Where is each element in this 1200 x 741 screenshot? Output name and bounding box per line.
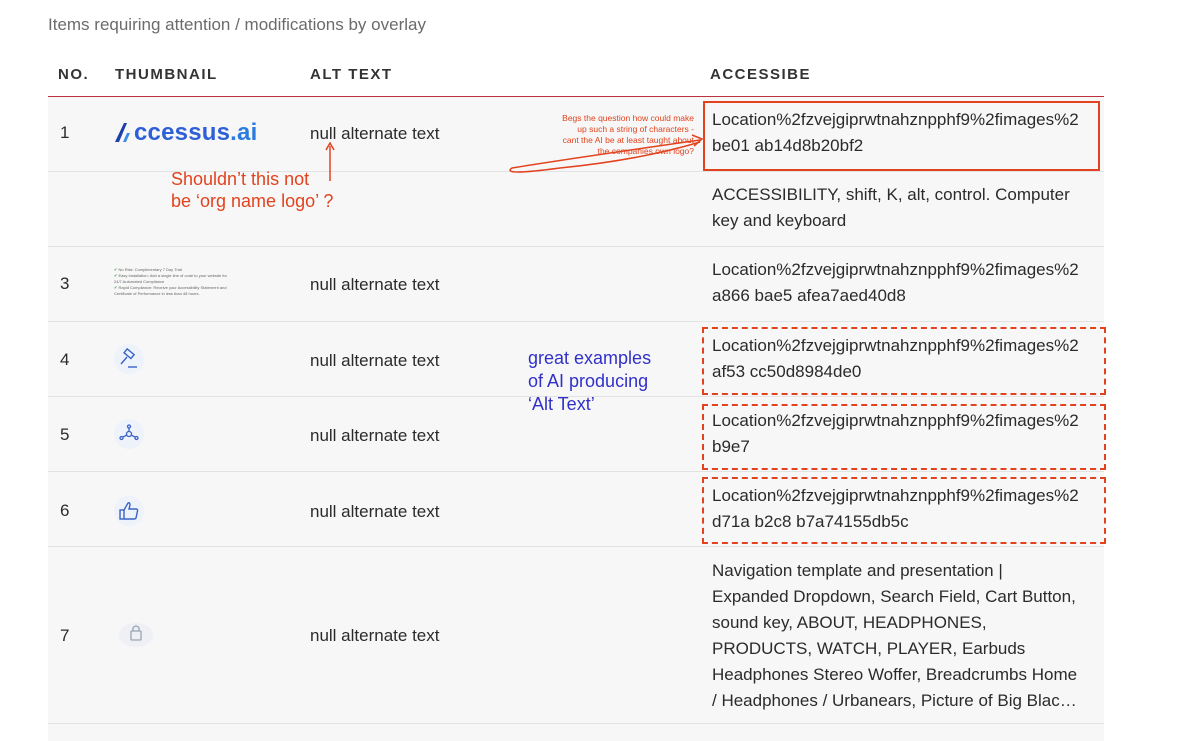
column-header-accessibe: ACCESSIBE bbox=[710, 66, 812, 83]
feature-text: Rapid Compliance: Receive your Accessibi… bbox=[114, 285, 227, 296]
thumbs-up-icon bbox=[114, 496, 144, 526]
alt-text-value: null alternate text bbox=[310, 426, 440, 445]
table-header: NO. THUMBNAIL ALT TEXT ACCESSIBE bbox=[48, 66, 1104, 98]
gavel-icon bbox=[114, 344, 144, 374]
accessibe-line: Expanded Dropdown, Search Field, Cart Bu… bbox=[712, 587, 1076, 606]
logo-question-annotation: Shouldn’t this not be ‘org name logo’ ? bbox=[171, 168, 333, 212]
alt-text-value: null alternate text bbox=[310, 351, 440, 370]
accessibe-line: / Headphones / Urbanears, Picture of Big… bbox=[712, 691, 1077, 710]
annotation-line: of AI producing bbox=[528, 371, 649, 391]
row-number: 1 bbox=[60, 123, 70, 142]
logo-suffix: .ai bbox=[230, 119, 258, 146]
feature-list-item: ✔ Rapid Compliance: Receive your Accessi… bbox=[114, 285, 234, 297]
feature-text: Easy Installation: Add a single line of … bbox=[114, 273, 227, 284]
accessibe-value: Location%2fzvejgiprwtnahznpphf9%2fimages… bbox=[712, 257, 1094, 309]
alt-text-value: null alternate text bbox=[310, 275, 440, 294]
check-icon: ✔ bbox=[114, 273, 118, 278]
great-examples-annotation: great examples of AI producing ‘Alt Text… bbox=[528, 347, 651, 416]
accessus-logo-thumbnail: ccessus.ai bbox=[114, 119, 257, 147]
feature-text: No Risk: Complimentary 7 Day Trial bbox=[118, 267, 182, 272]
table-row: 7 null alternate text Navigation templat… bbox=[48, 547, 1104, 724]
alt-text-value: null alternate text bbox=[310, 626, 440, 645]
accessus-a-mark-icon bbox=[115, 123, 130, 142]
logo-text: ccessus bbox=[134, 119, 231, 146]
accessus-logo: ccessus.ai bbox=[114, 119, 257, 146]
highlight-box bbox=[703, 101, 1100, 171]
column-header-thumbnail: THUMBNAIL bbox=[115, 66, 218, 83]
accessibe-line: Headphones Stereo Woffer, Breadcrumbs Ho… bbox=[712, 665, 1078, 684]
highlight-box-dashed bbox=[702, 477, 1106, 544]
column-header-alt-text: ALT TEXT bbox=[310, 66, 393, 83]
alt-text-value: null alternate text bbox=[310, 502, 440, 521]
annotation-line: up such a string of characters - bbox=[577, 124, 694, 134]
row-number: 4 bbox=[60, 350, 70, 369]
accessibe-line: PRODUCTS, WATCH, PLAYER, Earbuds bbox=[712, 639, 1026, 658]
section-caption: Items requiring attention / modification… bbox=[48, 15, 426, 34]
highlight-box-dashed bbox=[702, 327, 1106, 395]
begs-question-annotation: Begs the question how could make up such… bbox=[526, 113, 694, 157]
accessibe-value: ACCESSIBILITY, shift, K, alt, control. C… bbox=[712, 182, 1094, 234]
accessibe-line: ACCESSIBILITY, shift, K, alt, control. C… bbox=[712, 185, 1070, 204]
accessibe-line: Navigation template and presentation | bbox=[712, 561, 1003, 580]
highlight-box-dashed bbox=[702, 404, 1106, 470]
annotation-line: great examples bbox=[528, 348, 652, 368]
annotation-line: Begs the question how could make bbox=[562, 113, 694, 123]
row-number: 5 bbox=[60, 425, 70, 444]
accessibe-line: sound key, ABOUT, HEADPHONES, bbox=[712, 613, 987, 632]
network-icon bbox=[114, 419, 144, 449]
annotation-line: ‘Alt Text’ bbox=[528, 394, 595, 414]
feature-list-item: ✔ Easy Installation: Add a single line o… bbox=[114, 273, 234, 285]
table-row bbox=[48, 724, 1104, 741]
annotation-line: Shouldn’t this not bbox=[171, 169, 310, 189]
alt-text-value: null alternate text bbox=[310, 124, 440, 143]
row-number: 3 bbox=[60, 274, 70, 293]
annotation-line: cant the AI be at least taught about bbox=[562, 135, 694, 145]
annotation-line: be ‘org name logo’ ? bbox=[171, 191, 334, 211]
row-number: 6 bbox=[60, 501, 70, 520]
accessibe-value: Navigation template and presentation | E… bbox=[712, 558, 1094, 714]
row-number: 7 bbox=[60, 626, 70, 645]
accessibe-line: Location%2fzvejgiprwtnahznpphf9%2fimages… bbox=[712, 260, 1079, 279]
lock-icon bbox=[118, 619, 154, 654]
accessibe-line: key and keyboard bbox=[712, 211, 847, 230]
column-header-no: NO. bbox=[58, 66, 90, 83]
feature-list-thumbnail: ✔ No Risk: Complimentary 7 Day Trial ✔ E… bbox=[114, 267, 234, 297]
check-icon: ✔ bbox=[114, 267, 118, 272]
table-row: 3 ✔ No Risk: Complimentary 7 Day Trial ✔… bbox=[48, 247, 1104, 322]
check-icon: ✔ bbox=[114, 285, 118, 290]
accessibe-line: a866 bae5 afea7aed40d8 bbox=[712, 286, 906, 305]
annotation-line: the companies own logo? bbox=[597, 146, 694, 156]
